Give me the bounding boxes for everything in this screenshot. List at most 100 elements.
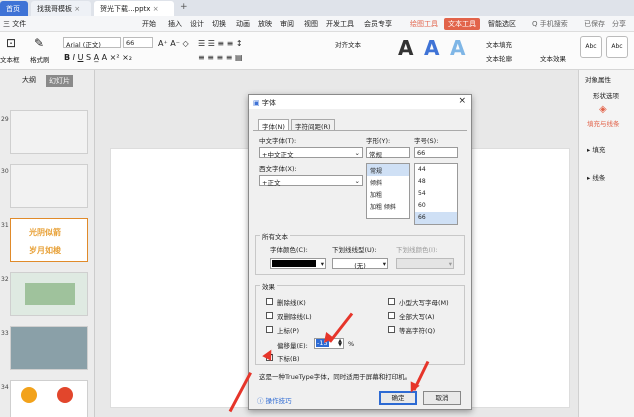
style-input[interactable]: 常规 — [366, 147, 410, 159]
tab-template[interactable]: 找我哥模板 × — [31, 1, 91, 16]
slide-number: 32 — [1, 276, 9, 283]
strikethrough-checkbox[interactable] — [266, 298, 273, 305]
size-option[interactable]: 60 — [415, 200, 457, 212]
share-button[interactable]: 分享 — [612, 19, 626, 29]
align-text-label[interactable]: 对齐文本 — [335, 39, 361, 49]
slide-thumbnail-30[interactable] — [10, 164, 88, 208]
slide-thumbnail-32[interactable] — [10, 272, 88, 316]
menu-insert[interactable]: 插入 — [168, 19, 182, 29]
size-input[interactable]: 66 — [414, 147, 458, 158]
slide-thumbnail-34[interactable] — [10, 380, 88, 417]
fill-section[interactable]: ▸ 填充 — [587, 144, 605, 154]
small-caps-label: 小型大写字母(M) — [399, 299, 449, 307]
underline-type-label: 下划线线型(U): — [332, 246, 377, 254]
font-color-select[interactable]: ▾ — [270, 258, 326, 269]
underline-color-label: 下划线颜色(I): — [396, 246, 438, 254]
effects-title: 效果 — [260, 281, 277, 291]
paint-bucket-icon[interactable]: ◈ — [599, 104, 607, 115]
tips-label: 操作技巧 — [265, 397, 292, 405]
slide-thumbnail-29[interactable] — [10, 110, 88, 154]
size-option[interactable]: 54 — [415, 188, 457, 200]
underline-type-select[interactable]: (无) ▾ — [332, 258, 388, 270]
underline-type-value: (无) — [354, 262, 366, 270]
menu-drawing-tools[interactable]: 绘图工具 — [410, 19, 438, 29]
search-box[interactable]: Q 手机搜索 — [532, 19, 568, 29]
equal-height-checkbox[interactable] — [388, 326, 395, 333]
text-effect-label[interactable]: 文本效果 — [540, 53, 566, 63]
text-style-a-3[interactable]: A — [450, 36, 465, 60]
fill-label: 填充 — [592, 146, 606, 154]
style-option[interactable]: 倾斜 — [367, 176, 409, 188]
format-buttons[interactable]: B I U S A̲ A ×² ×₂ — [64, 53, 132, 62]
effects-group: 效果 删除线(K) 双删除线(L) 上标(P) 偏移量(E): -15 ▲ ▼ % … — [255, 281, 465, 365]
color-swatch — [272, 260, 316, 267]
style-option[interactable]: 常规 — [367, 164, 409, 176]
menu-file[interactable]: 三 文件 — [3, 19, 26, 29]
close-icon[interactable]: × — [458, 96, 466, 106]
slide-thumbnail-31[interactable]: 光阴似箭 岁月如梭 — [10, 218, 88, 262]
size-list[interactable]: 44 48 54 60 66 — [414, 163, 458, 225]
format-painter-label: 格式刷 — [30, 56, 50, 64]
size-option[interactable]: 48 — [415, 176, 457, 188]
west-font-label: 西文字体(X): — [259, 165, 297, 173]
format-painter-icon[interactable]: ✎ — [34, 36, 44, 50]
tab-font[interactable]: 字体(N) — [258, 119, 289, 131]
close-icon[interactable]: × — [153, 5, 159, 13]
size-option[interactable]: 66 — [415, 212, 457, 224]
all-caps-checkbox[interactable] — [388, 312, 395, 319]
text-outline-label[interactable]: 文本轮廓 — [486, 53, 512, 63]
superscript-checkbox[interactable] — [266, 326, 273, 333]
double-strikethrough-checkbox[interactable] — [266, 312, 273, 319]
menu-member[interactable]: 会员专享 — [364, 19, 392, 29]
text-fill-label[interactable]: 文本填充 — [486, 39, 512, 49]
menu-slideshow[interactable]: 放映 — [258, 19, 272, 29]
textbox-icon[interactable]: ⊡ — [6, 36, 16, 50]
tips-link[interactable]: ⓘ 操作技巧 — [257, 395, 292, 405]
small-caps-checkbox[interactable] — [388, 298, 395, 305]
text-style-a-1[interactable]: A — [398, 36, 413, 60]
tab-char-spacing[interactable]: 字符间距(R) — [291, 119, 335, 131]
text-style-a-2[interactable]: A — [424, 36, 439, 60]
tab-home[interactable]: 首页 — [0, 1, 28, 16]
menu-home[interactable]: 开始 — [142, 19, 156, 29]
menu-bar: 三 文件 开始 插入 设计 切换 动画 放映 审阅 视图 开发工具 会员专享 绘… — [0, 16, 634, 32]
cn-font-label: 中文字体(T): — [259, 137, 297, 145]
menu-text-tools[interactable]: 文本工具 — [444, 18, 480, 30]
style-preset-2[interactable]: Abc — [606, 36, 628, 58]
add-tab-icon[interactable]: + — [180, 2, 188, 12]
tab-slides[interactable]: 幻灯片 — [46, 75, 73, 87]
menu-review[interactable]: 审阅 — [280, 19, 294, 29]
tab-outline[interactable]: 大纲 — [22, 75, 36, 85]
style-option[interactable]: 加粗 倾斜 — [367, 200, 409, 212]
chevron-down-icon: ⌄ — [354, 149, 360, 157]
menu-view[interactable]: 视图 — [304, 19, 318, 29]
grow-font-icon[interactable]: A⁺ A⁻ ◇ — [158, 39, 189, 48]
align-icons[interactable]: ≡ ≡ ≡ ≡ ▤ — [198, 53, 243, 62]
menu-animation[interactable]: 动画 — [236, 19, 250, 29]
font-size-select[interactable]: 66 — [123, 37, 153, 48]
tab-document[interactable]: 贺光下载...pptx × — [94, 1, 174, 16]
size-option[interactable]: 44 — [415, 164, 457, 176]
west-font-select[interactable]: +正文 ⌄ — [259, 175, 363, 187]
west-font-value: +正文 — [262, 179, 281, 187]
cn-font-select[interactable]: +中文正文 ⌄ — [259, 147, 363, 159]
menu-devtools[interactable]: 开发工具 — [326, 19, 354, 29]
menu-design[interactable]: 设计 — [190, 19, 204, 29]
stepper-arrows-icon[interactable]: ▲ ▼ — [338, 339, 342, 348]
close-icon[interactable]: × — [74, 5, 80, 13]
sun-icon — [57, 387, 73, 403]
style-option[interactable]: 加粗 — [367, 188, 409, 200]
style-list[interactable]: 常规 倾斜 加粗 加粗 倾斜 — [366, 163, 410, 219]
slide-thumbnail-33[interactable] — [10, 326, 88, 370]
style-preset-1[interactable]: Abc — [580, 36, 602, 58]
slide-number: 31 — [1, 222, 9, 229]
subscript-label: 下标(B) — [277, 355, 300, 363]
menu-transition[interactable]: 切换 — [212, 19, 226, 29]
shape-options-tab[interactable]: 形状选项 — [593, 90, 619, 100]
menu-smart-select[interactable]: 智能选区 — [488, 19, 516, 29]
line-section[interactable]: ▸ 线条 — [587, 172, 605, 182]
list-icons[interactable]: ☰ ☰ ≡ ≡ ↕ — [198, 39, 243, 48]
fill-outline-tab[interactable]: 填充与线条 — [587, 118, 620, 128]
cancel-button[interactable]: 取消 — [423, 391, 461, 405]
font-name-select[interactable]: Arial (正文) — [63, 37, 121, 49]
